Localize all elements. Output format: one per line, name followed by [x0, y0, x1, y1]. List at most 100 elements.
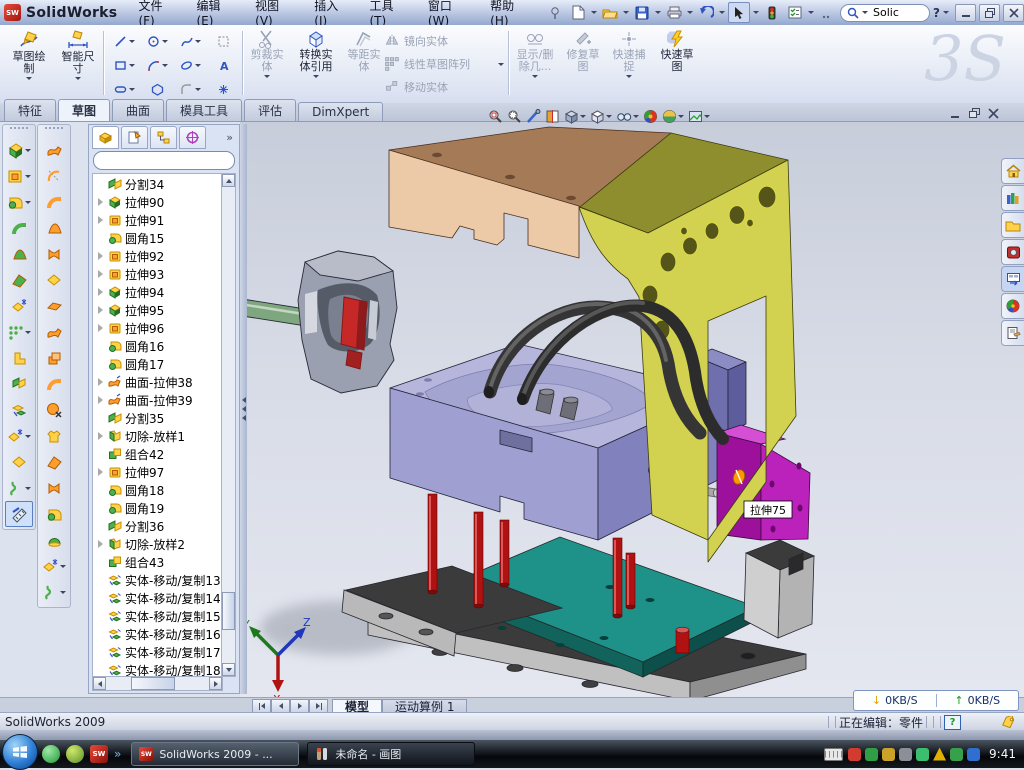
- radiate-surface-button[interactable]: [40, 345, 68, 371]
- lofted-surface-button[interactable]: [40, 215, 68, 241]
- knit-surface-button[interactable]: [40, 475, 68, 501]
- doc-minimize-button[interactable]: [950, 108, 961, 119]
- sketch-polygon-button[interactable]: [141, 78, 173, 101]
- antivirus-shield-icon[interactable]: [848, 748, 861, 761]
- warning-network-icon[interactable]: [933, 748, 946, 761]
- tree-item[interactable]: 实体-移动/复制15: [93, 607, 222, 625]
- dome-surface-button[interactable]: [40, 527, 68, 553]
- restore-button[interactable]: [979, 4, 1000, 22]
- tree-filter-input[interactable]: [103, 154, 249, 168]
- tree-item[interactable]: 实体-移动/复制18: [93, 661, 222, 677]
- tree-item[interactable]: 组合43: [93, 553, 222, 571]
- convert-button[interactable]: 转换实 体引用: [292, 29, 340, 78]
- swept-boss-button[interactable]: [5, 215, 33, 241]
- boundary-surface-button[interactable]: [40, 241, 68, 267]
- scroll-right-button[interactable]: [209, 677, 222, 690]
- display-style-button[interactable]: [564, 109, 586, 124]
- tree-item[interactable]: 拉伸95: [93, 301, 222, 319]
- expand-icon[interactable]: [98, 198, 103, 206]
- save-dropdown[interactable]: [655, 11, 661, 14]
- tree-item[interactable]: 曲面-拉伸39: [93, 391, 222, 409]
- extruded-cut-button[interactable]: [5, 163, 33, 189]
- tree-item[interactable]: 分割34: [93, 175, 222, 193]
- tree-filter[interactable]: [93, 151, 235, 170]
- tab-feature-manager[interactable]: [92, 126, 119, 149]
- expand-icon[interactable]: [98, 288, 103, 296]
- tree-item[interactable]: 实体-移动/复制14: [93, 589, 222, 607]
- tree-item[interactable]: 圆角15: [93, 229, 222, 247]
- options-list-dropdown[interactable]: [808, 11, 814, 14]
- tree-item[interactable]: 切除-放样1: [93, 427, 222, 445]
- tree-vscrollbar[interactable]: [221, 173, 236, 677]
- curve-button[interactable]: [5, 475, 33, 501]
- tree-hscrollbar[interactable]: [92, 676, 223, 691]
- move-button[interactable]: 移动实体: [384, 79, 504, 95]
- rib-button[interactable]: [5, 345, 33, 371]
- tab-property-manager[interactable]: [121, 126, 148, 149]
- first-tab-button[interactable]: [252, 699, 271, 713]
- sketch-line-button[interactable]: [108, 30, 140, 53]
- help-dropdown[interactable]: [943, 11, 949, 14]
- smart_dimension-button[interactable]: 智能尺 寸: [56, 29, 100, 80]
- tab-motion-study[interactable]: 运动算例 1: [382, 699, 467, 713]
- expand-icon[interactable]: [98, 216, 103, 224]
- sync-agent-icon[interactable]: [916, 748, 929, 761]
- display_delete-button[interactable]: 显示/删 除几...: [512, 29, 558, 78]
- open-dropdown[interactable]: [623, 11, 629, 14]
- update-badge-icon[interactable]: [882, 748, 895, 761]
- vscroll-thumb[interactable]: [222, 592, 235, 630]
- quick-launch-chevron[interactable]: »: [114, 747, 121, 761]
- shell-button[interactable]: [5, 371, 33, 397]
- ribbon-tab-3[interactable]: 模具工具: [166, 99, 242, 121]
- delete-body-button[interactable]: [5, 423, 33, 449]
- repair-button[interactable]: 修复草 图: [562, 29, 604, 73]
- doc-restore-button[interactable]: [969, 108, 980, 119]
- extruded-surface-button[interactable]: [40, 137, 68, 163]
- tree-item[interactable]: 实体-移动/复制17: [93, 643, 222, 661]
- view-orientation-button[interactable]: [590, 109, 612, 124]
- tree-item[interactable]: 分割35: [93, 409, 222, 427]
- scroll-left-button[interactable]: [93, 677, 106, 690]
- tree-item[interactable]: 切除-放样2: [93, 535, 222, 553]
- minimize-button[interactable]: [955, 4, 976, 22]
- linear-pattern-button[interactable]: [5, 319, 33, 345]
- pin-button[interactable]: [545, 3, 565, 22]
- apply-scene-button[interactable]: [662, 109, 684, 124]
- zoom-to-area-button[interactable]: [507, 109, 522, 124]
- select-button[interactable]: [728, 2, 750, 23]
- reference-geometry-button[interactable]: [5, 293, 33, 319]
- move-copy-body-button[interactable]: [5, 397, 33, 423]
- ruled-surface-button[interactable]: [40, 371, 68, 397]
- expand-icon[interactable]: [98, 252, 103, 260]
- firewall-shield-icon[interactable]: [950, 748, 963, 761]
- guide-rail-right[interactable]: [744, 540, 814, 638]
- revolved-surface-button[interactable]: [40, 163, 68, 189]
- filled-surface-button[interactable]: [40, 267, 68, 293]
- sketch-circle-button[interactable]: [141, 30, 173, 53]
- tab-dimxpert-manager[interactable]: [179, 126, 206, 149]
- quick-tips-icon[interactable]: ?: [944, 715, 961, 730]
- keyboard-layout-icon[interactable]: [824, 748, 843, 761]
- extend-surface-button[interactable]: [40, 449, 68, 475]
- extruded-boss-button[interactable]: [5, 137, 33, 163]
- sketch-rectangle-button[interactable]: [108, 54, 140, 77]
- rebuild-button[interactable]: [762, 3, 782, 22]
- planar-surface-button[interactable]: [40, 293, 68, 319]
- sketch-arc-button[interactable]: [141, 54, 173, 77]
- design-library-tab[interactable]: [1001, 185, 1024, 211]
- expand-icon[interactable]: [98, 324, 103, 332]
- prev-tab-button[interactable]: [271, 699, 290, 713]
- boundary-boss-button[interactable]: [5, 267, 33, 293]
- security-shield-icon[interactable]: [865, 748, 878, 761]
- tree-item[interactable]: 分割36: [93, 517, 222, 535]
- tree-item[interactable]: 实体-移动/复制16: [93, 625, 222, 643]
- lofted-boss-button[interactable]: [5, 241, 33, 267]
- view-settings-button[interactable]: [688, 109, 710, 124]
- tree-item[interactable]: 实体-移动/复制13: [93, 571, 222, 589]
- delete-body-2-button[interactable]: [40, 553, 68, 579]
- tree-item[interactable]: 组合42: [93, 445, 222, 463]
- trim-surface-button[interactable]: [40, 423, 68, 449]
- tree-item[interactable]: 拉伸90: [93, 193, 222, 211]
- appearances-scenes-tab[interactable]: [1001, 293, 1024, 319]
- expand-icon[interactable]: [98, 432, 103, 440]
